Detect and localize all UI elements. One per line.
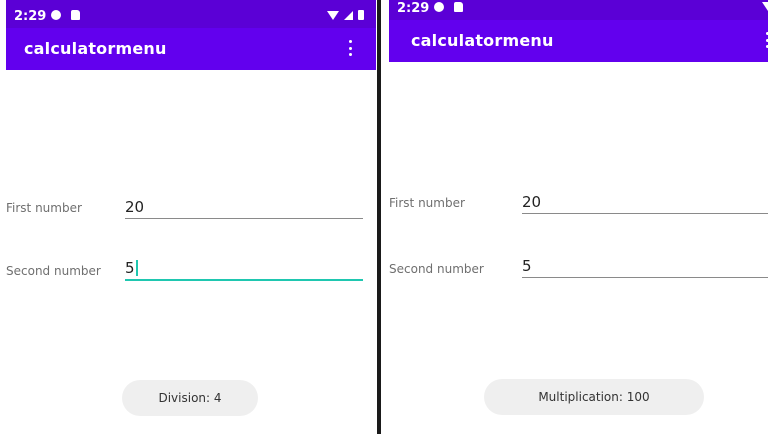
app-bar: calculatormenu <box>6 28 376 70</box>
result-chip: Division: 4 <box>122 380 258 416</box>
second-number-label: Second number <box>6 264 101 278</box>
data-saver-icon <box>434 2 444 12</box>
status-time: 2:29 <box>397 1 430 16</box>
right-phone-screen: 2:29 calculatormenu First number 20 Seco… <box>389 0 768 434</box>
sd-card-icon <box>454 2 463 12</box>
first-number-value: 20 <box>125 198 145 216</box>
left-phone-screen: 2:29 calculatormenu First number 20 Seco… <box>6 0 376 434</box>
more-vert-icon[interactable] <box>345 38 355 58</box>
wifi-icon <box>327 11 339 20</box>
screen-divider <box>376 0 389 434</box>
second-number-value: 5 <box>522 257 532 275</box>
first-number-label: First number <box>389 196 465 210</box>
first-number-value: 20 <box>522 193 542 211</box>
more-vert-icon[interactable] <box>762 30 768 50</box>
status-bar: 2:29 <box>389 0 768 20</box>
signal-icon <box>344 11 353 20</box>
second-number-input[interactable]: 5 <box>125 257 363 281</box>
second-number-label: Second number <box>389 262 484 276</box>
text-cursor <box>135 260 138 276</box>
status-bar: 2:29 <box>6 0 376 28</box>
first-number-label: First number <box>6 201 82 215</box>
result-chip: Multiplication: 100 <box>484 379 704 415</box>
second-number-value: 5 <box>125 259 135 277</box>
app-bar: calculatormenu <box>389 20 768 62</box>
app-title: calculatormenu <box>24 39 167 58</box>
app-title: calculatormenu <box>411 31 554 50</box>
first-number-input[interactable]: 20 <box>522 191 768 214</box>
data-saver-icon <box>51 10 61 20</box>
sd-card-icon <box>71 10 80 20</box>
battery-icon <box>358 10 364 20</box>
wifi-icon <box>762 2 768 11</box>
status-time: 2:29 <box>14 9 47 24</box>
first-number-input[interactable]: 20 <box>125 196 363 219</box>
second-number-input[interactable]: 5 <box>522 255 768 278</box>
